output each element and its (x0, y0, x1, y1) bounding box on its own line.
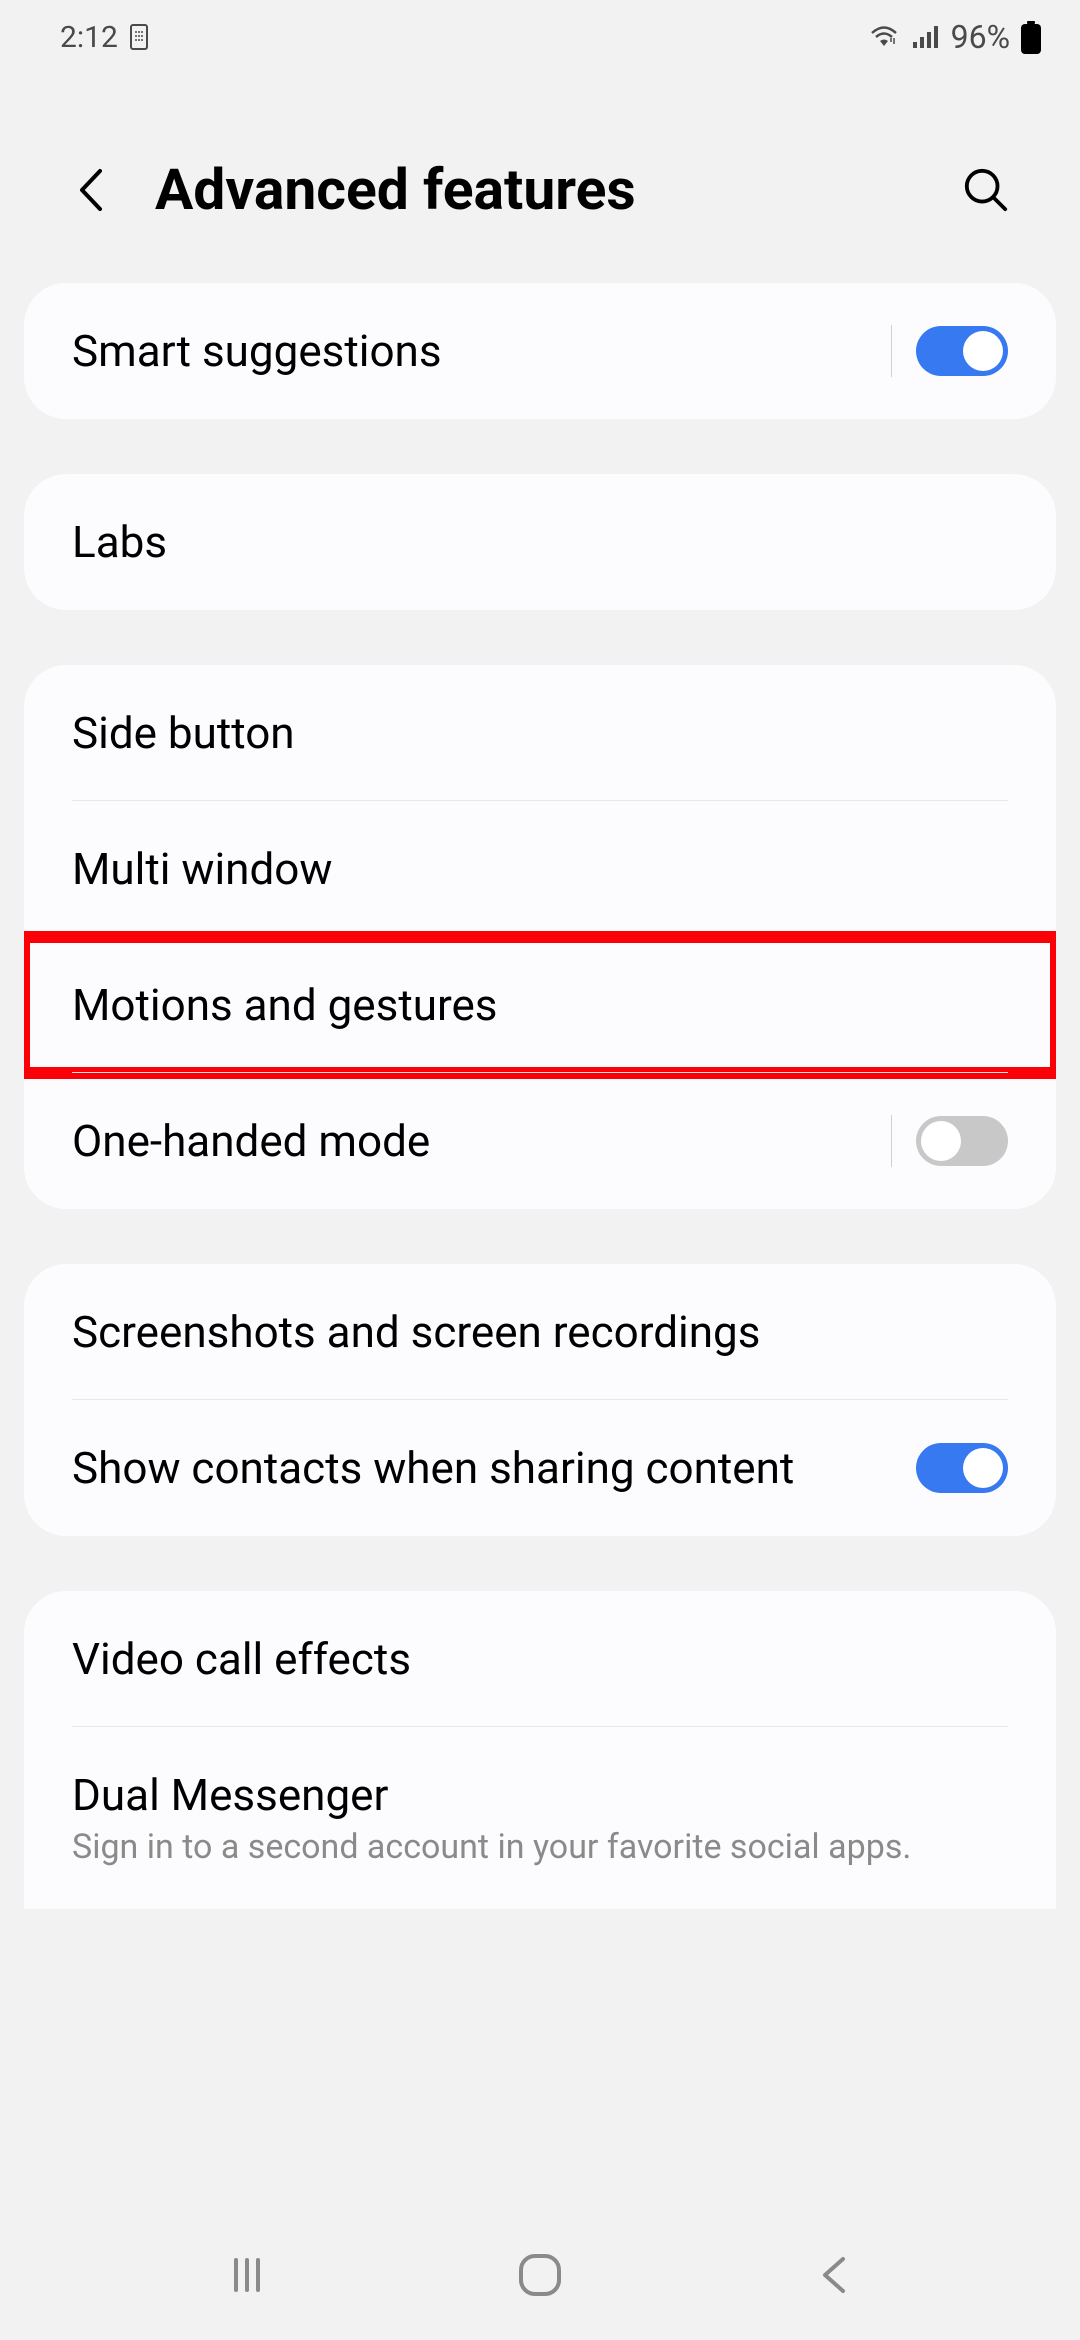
toggle-divider (891, 1115, 892, 1167)
setting-smart-suggestions[interactable]: Smart suggestions (24, 283, 1056, 419)
toggle-show-contacts-sharing[interactable] (916, 1443, 1008, 1493)
setting-dual-messenger[interactable]: Dual Messenger Sign in to a second accou… (24, 1727, 1056, 1909)
recents-icon (226, 2254, 268, 2296)
nav-back-button[interactable] (793, 2235, 873, 2315)
navigation-bar (0, 2210, 1080, 2340)
toggle-container (891, 325, 1008, 377)
setting-label: Dual Messenger (72, 1769, 1008, 1821)
toggle-container (891, 1115, 1008, 1167)
toggle-container (916, 1443, 1008, 1493)
page-title: Advanced features (155, 156, 917, 223)
home-button[interactable] (500, 2235, 580, 2315)
setting-label: Multi window (72, 843, 1008, 895)
battery-icon (1020, 21, 1042, 54)
card-icon (130, 24, 148, 50)
setting-label: Show contacts when sharing content (72, 1442, 916, 1494)
setting-label: Screenshots and screen recordings (72, 1306, 1008, 1358)
settings-content: Smart suggestions Labs Side button Multi… (0, 283, 1080, 1909)
settings-group: Smart suggestions (24, 283, 1056, 419)
toggle-knob (963, 331, 1003, 371)
search-button[interactable] (962, 166, 1010, 214)
settings-group: Labs (24, 474, 1056, 610)
setting-video-call-effects[interactable]: Video call effects (24, 1591, 1056, 1727)
search-icon (962, 165, 1010, 215)
chevron-left-icon (817, 2253, 849, 2297)
status-bar: 2:12 96% (0, 0, 1080, 66)
setting-labs[interactable]: Labs (24, 474, 1056, 610)
battery-percent: 96% (951, 18, 1010, 56)
toggle-divider (891, 325, 892, 377)
toggle-knob (963, 1448, 1003, 1488)
back-button[interactable] (70, 170, 110, 210)
setting-label: Video call effects (72, 1633, 1008, 1685)
toggle-smart-suggestions[interactable] (916, 326, 1008, 376)
recents-button[interactable] (207, 2235, 287, 2315)
settings-group: Side button Multi window Motions and ges… (24, 665, 1056, 1209)
settings-group: Screenshots and screen recordings Show c… (24, 1264, 1056, 1536)
header: Advanced features (0, 66, 1080, 283)
setting-label: Side button (72, 707, 1008, 759)
setting-label: One-handed mode (72, 1115, 891, 1167)
status-left: 2:12 (60, 20, 148, 55)
status-right: 96% (867, 18, 1042, 56)
setting-multi-window[interactable]: Multi window (24, 801, 1056, 937)
setting-motions-and-gestures[interactable]: Motions and gestures (24, 937, 1056, 1073)
setting-label: Smart suggestions (72, 325, 891, 377)
setting-label: Motions and gestures (72, 979, 1008, 1031)
setting-one-handed-mode[interactable]: One-handed mode (24, 1073, 1056, 1209)
home-icon (515, 2250, 565, 2300)
setting-side-button[interactable]: Side button (24, 665, 1056, 801)
toggle-knob (921, 1121, 961, 1161)
setting-screenshots-recordings[interactable]: Screenshots and screen recordings (24, 1264, 1056, 1400)
wifi-icon (867, 24, 901, 50)
setting-show-contacts-sharing[interactable]: Show contacts when sharing content (24, 1400, 1056, 1536)
chevron-left-icon (76, 167, 104, 213)
setting-text-col: Dual Messenger Sign in to a second accou… (72, 1769, 1008, 1867)
setting-sublabel: Sign in to a second account in your favo… (72, 1827, 1008, 1867)
signal-icon (911, 24, 941, 50)
settings-group: Video call effects Dual Messenger Sign i… (24, 1591, 1056, 1909)
status-time: 2:12 (60, 20, 118, 55)
toggle-one-handed-mode[interactable] (916, 1116, 1008, 1166)
setting-label: Labs (72, 516, 1008, 568)
